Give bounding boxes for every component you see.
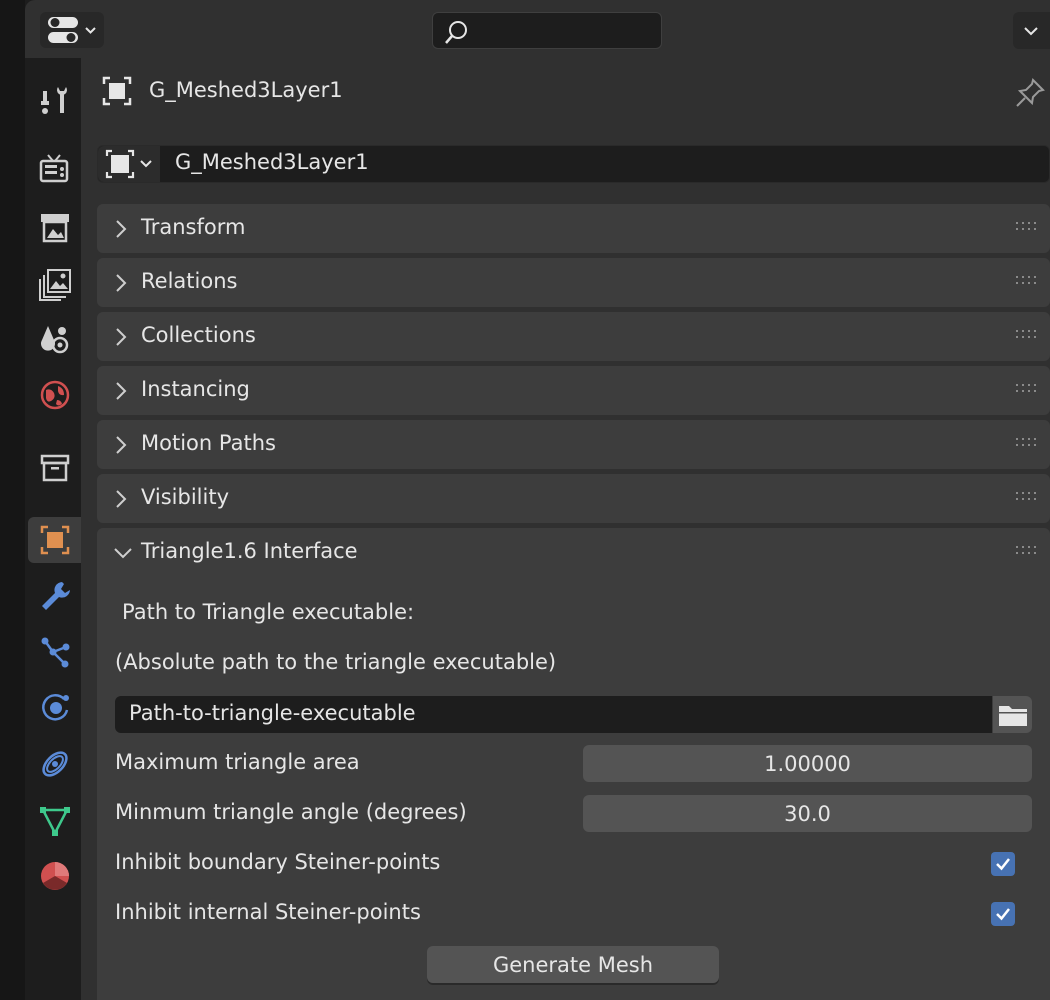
panel-label: Transform bbox=[141, 215, 246, 239]
tab-particles[interactable] bbox=[28, 629, 82, 675]
scene-icon bbox=[41, 326, 69, 354]
options-dropdown-button[interactable] bbox=[1013, 12, 1050, 49]
properties-editor-icon bbox=[48, 17, 96, 43]
modifier-wrench-icon bbox=[42, 582, 70, 610]
inhibit-boundary-label: Inhibit boundary Steiner-points bbox=[115, 850, 441, 874]
tab-object-data[interactable] bbox=[28, 797, 82, 843]
min-angle-field[interactable]: 30.0 bbox=[583, 795, 1032, 832]
min-angle-label: Minmum triangle angle (degrees) bbox=[115, 800, 467, 824]
object-browse-button[interactable] bbox=[98, 146, 160, 182]
panel-relations[interactable]: Relations bbox=[97, 258, 1050, 307]
output-icon bbox=[41, 214, 69, 243]
tab-modifiers[interactable] bbox=[28, 573, 82, 619]
tab-output[interactable] bbox=[28, 205, 82, 251]
context-breadcrumb-title: G_Meshed3Layer1 bbox=[149, 78, 343, 102]
chevron-right-icon bbox=[116, 436, 127, 454]
panel-collections[interactable]: Collections bbox=[97, 312, 1050, 361]
tab-collection[interactable] bbox=[28, 445, 82, 491]
drag-grip-icon[interactable] bbox=[1016, 492, 1038, 502]
path-input-value: Path-to-triangle-executable bbox=[129, 701, 416, 725]
left-window-edge bbox=[0, 0, 25, 1000]
chevron-right-icon bbox=[116, 220, 127, 238]
tab-view-layer[interactable] bbox=[28, 261, 82, 307]
render-icon bbox=[39, 154, 69, 183]
checkmark-icon bbox=[996, 908, 1010, 921]
object-name-value: G_Meshed3Layer1 bbox=[175, 150, 369, 174]
inhibit-internal-label: Inhibit internal Steiner-points bbox=[115, 900, 421, 924]
tab-material[interactable] bbox=[28, 853, 82, 899]
tool-icon bbox=[41, 87, 67, 114]
chevron-down-icon bbox=[114, 548, 132, 559]
checkmark-icon bbox=[996, 858, 1010, 871]
physics-icon bbox=[42, 694, 69, 721]
max-area-label: Maximum triangle area bbox=[115, 750, 360, 774]
browse-folder-button[interactable] bbox=[993, 696, 1032, 733]
material-icon bbox=[41, 862, 69, 890]
search-input[interactable] bbox=[432, 12, 662, 49]
panel-label: Collections bbox=[141, 323, 256, 347]
path-hint: (Absolute path to the triangle executabl… bbox=[115, 650, 557, 674]
tab-object[interactable] bbox=[28, 517, 82, 563]
drag-grip-icon[interactable] bbox=[1016, 438, 1038, 448]
tab-world[interactable] bbox=[28, 372, 82, 418]
chevron-right-icon bbox=[116, 328, 127, 346]
generate-mesh-button[interactable]: Generate Mesh bbox=[427, 946, 719, 983]
drag-grip-icon[interactable] bbox=[1016, 546, 1038, 556]
panel-triangle-header[interactable]: Triangle1.6 Interface bbox=[97, 528, 1050, 577]
drag-grip-icon[interactable] bbox=[1016, 384, 1038, 394]
object-icon bbox=[40, 525, 70, 555]
max-area-field[interactable]: 1.00000 bbox=[583, 745, 1032, 782]
tab-render[interactable] bbox=[28, 146, 82, 192]
panel-visibility[interactable]: Visibility bbox=[97, 474, 1050, 523]
panel-label: Triangle1.6 Interface bbox=[141, 539, 358, 563]
panel-label: Relations bbox=[141, 269, 238, 293]
drag-grip-icon[interactable] bbox=[1016, 330, 1038, 340]
panel-instancing[interactable]: Instancing bbox=[97, 366, 1050, 415]
inhibit-internal-checkbox[interactable] bbox=[991, 902, 1015, 926]
particles-icon bbox=[41, 637, 70, 668]
panel-label: Visibility bbox=[141, 485, 230, 509]
inhibit-boundary-checkbox[interactable] bbox=[991, 852, 1015, 876]
collection-icon bbox=[40, 454, 70, 482]
panel-motion-paths[interactable]: Motion Paths bbox=[97, 420, 1050, 469]
chevron-down-icon bbox=[1024, 27, 1038, 36]
drag-grip-icon[interactable] bbox=[1016, 276, 1038, 286]
tab-physics[interactable] bbox=[28, 685, 82, 731]
object-data-icon bbox=[40, 807, 70, 836]
pin-icon[interactable] bbox=[1013, 76, 1047, 110]
world-icon bbox=[40, 380, 70, 410]
chevron-right-icon bbox=[116, 274, 127, 292]
editor-type-button[interactable] bbox=[40, 12, 104, 48]
search-icon bbox=[445, 21, 467, 44]
tab-tool[interactable] bbox=[28, 77, 82, 123]
folder-icon bbox=[998, 705, 1027, 726]
object-icon bbox=[102, 76, 132, 106]
path-label: Path to Triangle executable: bbox=[122, 600, 415, 624]
chevron-right-icon bbox=[116, 490, 127, 508]
tab-scene[interactable] bbox=[28, 316, 82, 362]
view-layer-icon bbox=[39, 269, 71, 301]
panel-label: Instancing bbox=[141, 377, 250, 401]
constraints-icon bbox=[42, 751, 68, 777]
tab-constraints[interactable] bbox=[28, 741, 82, 787]
drag-grip-icon[interactable] bbox=[1016, 222, 1038, 232]
chevron-right-icon bbox=[116, 382, 127, 400]
object-icon bbox=[105, 149, 152, 179]
panel-label: Motion Paths bbox=[141, 431, 276, 455]
panel-transform[interactable]: Transform bbox=[97, 204, 1050, 253]
